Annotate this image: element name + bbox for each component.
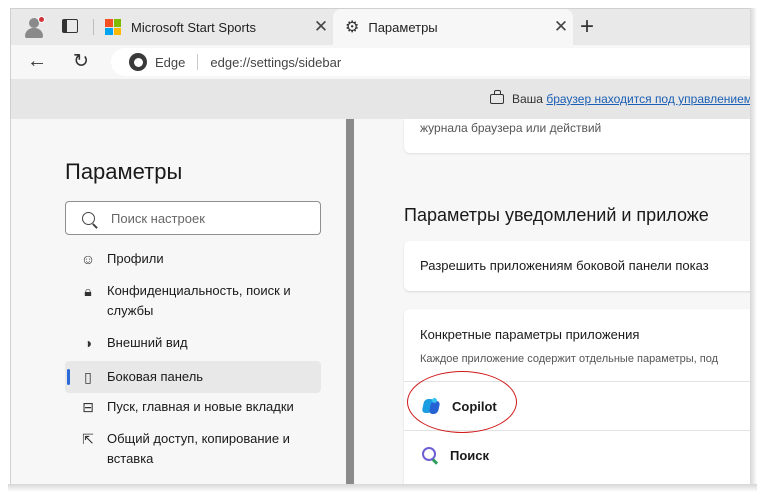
sidebar-item-privacy[interactable]: 🔒︎ Конфиденциальность, поиск и службы — [65, 275, 321, 327]
tab-separator — [93, 19, 94, 35]
managed-text: Ваша браузер находится под управлением — [512, 92, 750, 106]
copilot-highlight-annotation — [407, 371, 517, 433]
sidebar-item-share[interactable]: ⇱ Общий доступ, копирование и вставка — [65, 423, 321, 475]
history-card: журнала браузера или действий — [404, 119, 750, 153]
close-tab-button[interactable]: ✕ — [309, 17, 333, 37]
window-shadow-bottom — [8, 484, 757, 492]
address-separator — [197, 54, 199, 70]
sidebar-item-sidebar[interactable]: ▯ Боковая панель — [65, 361, 321, 393]
address-badge: Edge — [155, 54, 186, 70]
sidebar-item-label: Внешний вид — [107, 335, 188, 350]
allow-notifications-row[interactable]: Разрешить приложениям боковой панели пок… — [404, 241, 750, 291]
tab-strip: Microsoft Start Sports ✕ ⚙ Параметры ✕ + — [11, 9, 750, 45]
tab-microsoft-start-sports[interactable]: Microsoft Start Sports ✕ — [101, 9, 333, 45]
settings-page: Параметры Поиск настроек ☺ Профили 🔒︎ Ко… — [11, 119, 750, 484]
sidebar-item-profiles[interactable]: ☺ Профили — [65, 243, 321, 275]
managed-link[interactable]: браузер находится под управлением — [546, 92, 750, 106]
notification-dot — [38, 16, 45, 23]
profile-icon: ☺ — [80, 251, 96, 267]
window-shadow-right — [750, 8, 757, 492]
address-url[interactable]: edge://settings/sidebar — [210, 55, 341, 70]
back-arrow-icon[interactable]: ← — [27, 50, 47, 73]
palette-icon: ◑ — [83, 335, 93, 351]
sidebar-icon: ▯ — [84, 369, 92, 385]
sidebar-item-label: Конфиденциальность, поиск и службы — [107, 283, 291, 318]
sidebar-item-label: Общий доступ, копирование и вставка — [107, 431, 290, 466]
toolbar: ← ↻ Edge edge://settings/sidebar — [11, 45, 750, 79]
close-tab-button[interactable]: ✕ — [549, 17, 573, 37]
sidebar-item-label: Пуск, главная и новые вкладки — [107, 399, 294, 414]
new-tab-button[interactable]: + — [580, 13, 594, 41]
tab-settings[interactable]: ⚙ Параметры ✕ — [333, 9, 573, 45]
allow-notifications-label: Разрешить приложениям боковой панели пок… — [420, 258, 709, 273]
settings-sidebar: Параметры Поиск настроек ☺ Профили 🔒︎ Ко… — [11, 119, 344, 484]
search-icon — [82, 211, 95, 225]
search-placeholder: Поиск настроек — [111, 210, 205, 226]
tab-title: Microsoft Start Sports — [131, 19, 256, 35]
history-card-text: журнала браузера или действий — [420, 121, 602, 135]
managed-prefix: Ваша — [512, 92, 543, 106]
sidebar-scrollbar[interactable] — [346, 119, 354, 484]
sidebar-item-label: Боковая панель — [107, 369, 204, 384]
app-settings-title: Конкретные параметры приложения — [420, 327, 640, 342]
app-settings-subtitle: Каждое приложение содержит отдельные пар… — [420, 353, 719, 365]
app-row-search[interactable]: Поиск — [404, 431, 750, 479]
edge-logo-icon — [129, 53, 147, 71]
lock-icon: 🔒︎ — [84, 283, 92, 299]
microsoft-logo-icon — [105, 19, 121, 35]
gear-icon: ⚙ — [345, 19, 360, 36]
share-icon: ⇱ — [82, 431, 94, 447]
sidebar-item-start-home[interactable]: ⊟ Пуск, главная и новые вкладки — [65, 391, 321, 423]
app-label: Поиск — [450, 447, 490, 463]
search-input[interactable]: Поиск настроек — [65, 201, 321, 235]
profile-avatar-icon[interactable] — [23, 16, 45, 38]
vertical-tabs-icon[interactable] — [62, 19, 78, 33]
tab-title: Параметры — [368, 19, 438, 35]
managed-infobar: Ваша браузер находится под управлением — [11, 79, 750, 119]
address-bar[interactable]: Edge edge://settings/sidebar — [111, 48, 750, 76]
sidebar-item-appearance[interactable]: ◑ Внешний вид — [65, 327, 321, 359]
briefcase-icon — [490, 90, 504, 104]
reload-icon[interactable]: ↻ — [73, 50, 89, 73]
section-title: Параметры уведомлений и приложе — [404, 205, 709, 225]
home-icon: ⊟ — [82, 399, 94, 415]
sidebar-item-label: Профили — [107, 251, 164, 266]
settings-content: журнала браузера или действий Параметры … — [354, 119, 750, 484]
search-app-icon — [422, 447, 438, 463]
browser-window: Microsoft Start Sports ✕ ⚙ Параметры ✕ +… — [10, 8, 750, 484]
page-title: Параметры — [65, 159, 183, 184]
